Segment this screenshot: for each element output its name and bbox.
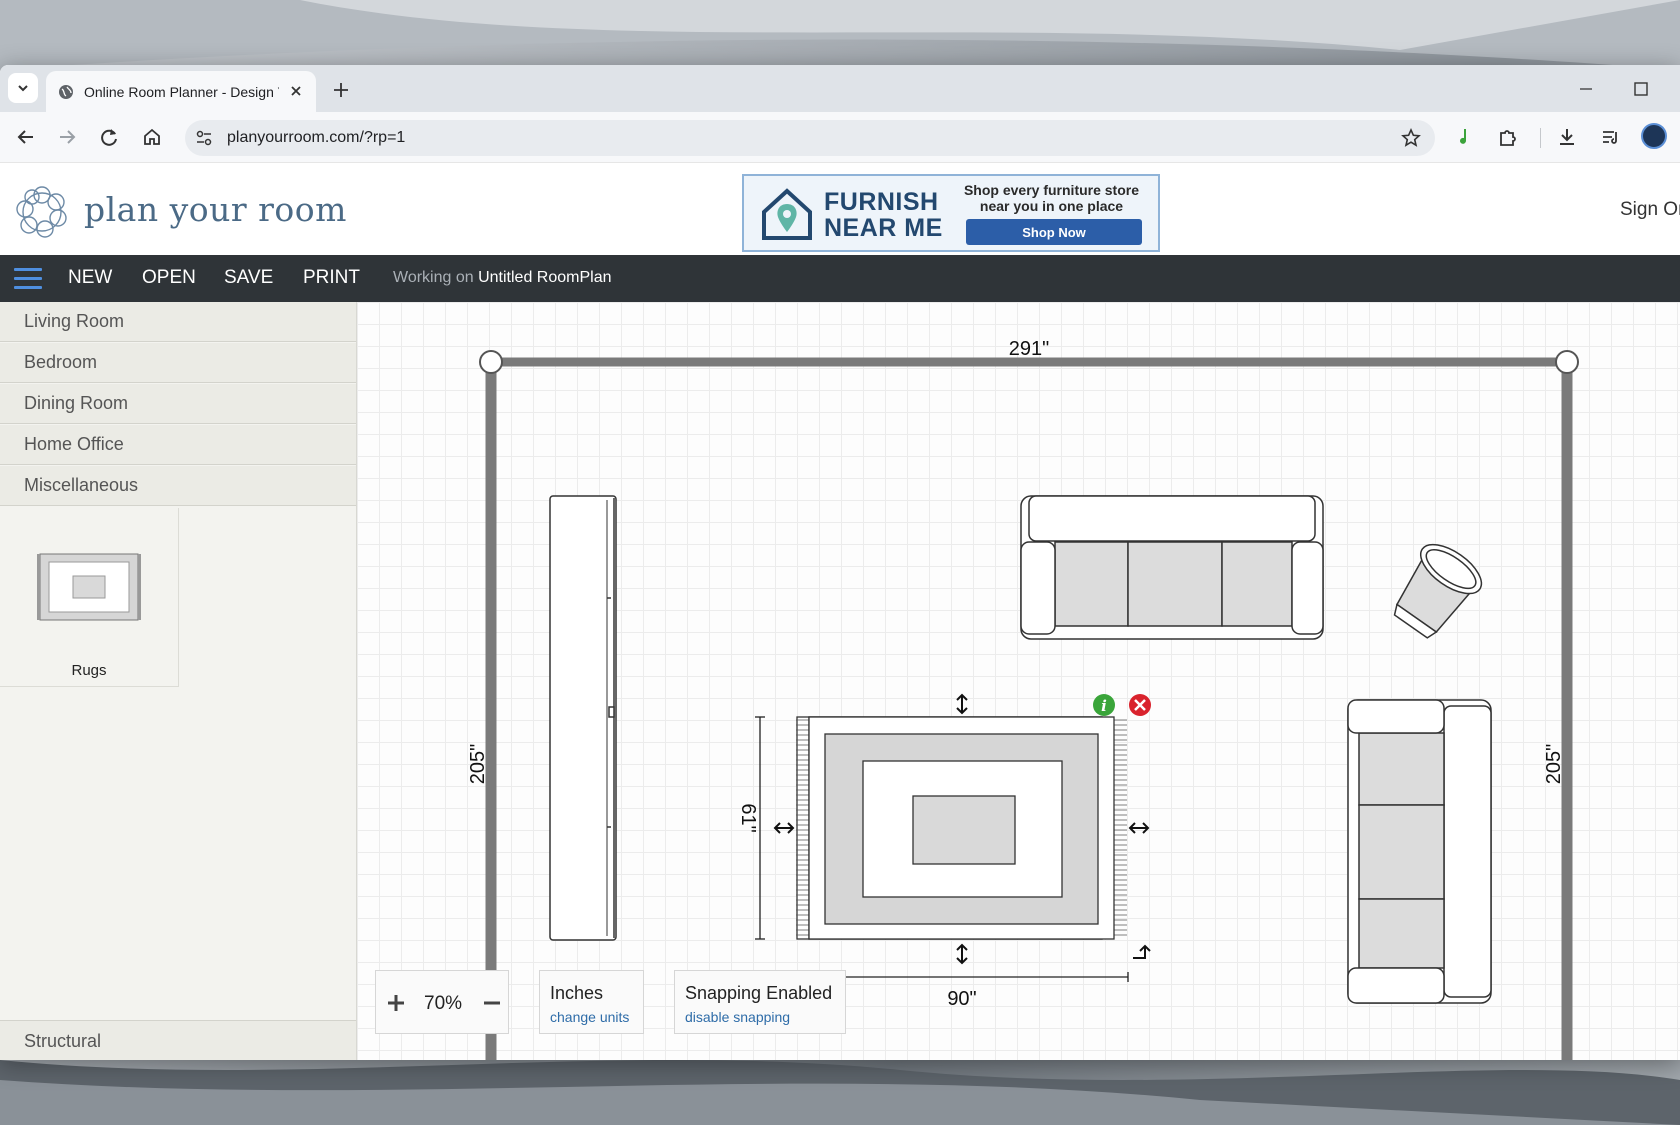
zoom-level: 70% xyxy=(424,993,463,1014)
change-units-link[interactable]: change units xyxy=(550,1009,629,1025)
working-on-status: Working on Untitled RoomPlan xyxy=(393,269,612,287)
rug-info-button[interactable]: i xyxy=(1093,694,1115,716)
maximize-icon[interactable] xyxy=(1630,79,1652,99)
wall-corner-handle-left[interactable] xyxy=(479,350,503,374)
category-bedroom[interactable]: Bedroom xyxy=(0,343,356,383)
chevron-down-icon xyxy=(18,85,28,92)
download-icon[interactable] xyxy=(1556,126,1578,148)
globe-icon xyxy=(59,84,73,99)
print-button[interactable]: PRINT xyxy=(303,267,360,289)
forward-icon[interactable] xyxy=(56,126,78,148)
sofa-right[interactable] xyxy=(1347,699,1492,1004)
sign-on-link[interactable]: Sign On xyxy=(1620,199,1680,221)
room-height-left-label: 205" xyxy=(467,744,489,784)
site-header: plan your room FURNISH NEAR ME Shop ever… xyxy=(0,162,1680,256)
address-bar[interactable]: planyourroom.com/?rp=1 xyxy=(185,120,1435,156)
working-on-label: Working on xyxy=(393,269,474,286)
room-width-label: 291" xyxy=(1009,338,1049,360)
site-logo-text[interactable]: plan your room xyxy=(84,190,347,229)
zoom-in-icon[interactable] xyxy=(384,991,408,1015)
sofa-top[interactable] xyxy=(1020,495,1324,640)
category-miscellaneous[interactable]: Miscellaneous xyxy=(0,466,356,506)
house-pin-icon xyxy=(762,188,812,240)
bookmark-star-icon[interactable] xyxy=(1401,128,1421,148)
reload-icon[interactable] xyxy=(98,126,120,148)
rug-height-label: 61" xyxy=(737,803,759,832)
category-label: Miscellaneous xyxy=(24,475,139,495)
snapping-panel: Snapping Enabled disable snapping xyxy=(674,970,846,1034)
flower-logo-icon[interactable] xyxy=(14,185,70,239)
room-canvas[interactable]: 291" 205" 205" i 61" 90" 70% Inches chan… xyxy=(357,302,1680,1060)
app-menu-bar: NEW OPEN SAVE PRINT Working on Untitled … xyxy=(0,255,1680,302)
category-home-office[interactable]: Home Office xyxy=(0,425,356,465)
room-height-right-label: 205" xyxy=(1543,744,1565,784)
category-label: Dining Room xyxy=(24,393,129,413)
units-value: Inches xyxy=(550,983,604,1003)
open-button[interactable]: OPEN xyxy=(142,267,196,289)
rug-delete-button[interactable] xyxy=(1129,694,1151,716)
armchair[interactable] xyxy=(1382,535,1489,646)
disable-snapping-link[interactable]: disable snapping xyxy=(685,1009,790,1025)
rug-thumbnail-icon xyxy=(37,553,141,621)
rugs-tile-label: Rugs xyxy=(71,662,107,679)
furniture-sidebar: Living Room Bedroom Dining Room Home Off… xyxy=(0,302,357,1060)
extensions-icon[interactable] xyxy=(1497,126,1519,148)
close-tab-icon[interactable] xyxy=(288,83,304,99)
category-dining-room[interactable]: Dining Room xyxy=(0,384,356,424)
profile-avatar[interactable] xyxy=(1641,123,1667,149)
zoom-out-icon[interactable] xyxy=(480,991,504,1015)
tab-strip: Online Room Planner - Design Y xyxy=(0,65,1680,112)
category-label: Living Room xyxy=(24,311,125,331)
ad-shop-now-button[interactable]: Shop Now xyxy=(966,219,1142,245)
site-settings-icon[interactable] xyxy=(195,129,213,147)
save-button[interactable]: SAVE xyxy=(224,267,273,289)
url-text: planyourroom.com/?rp=1 xyxy=(227,129,406,146)
snapping-status: Snapping Enabled xyxy=(685,983,833,1003)
tab-title: Online Room Planner - Design Y xyxy=(84,83,279,100)
category-label: Bedroom xyxy=(24,352,98,372)
new-tab-icon[interactable] xyxy=(330,79,352,101)
category-living-room[interactable]: Living Room xyxy=(0,302,356,342)
floor-plan: 291" 205" 205" i 61" 90" xyxy=(467,338,1579,1060)
browser-toolbar: planyourroom.com/?rp=1 xyxy=(0,112,1680,162)
rugs-tile[interactable]: Rugs xyxy=(0,508,179,687)
media-controls-icon[interactable] xyxy=(1600,126,1622,148)
ad-brand-line1: FURNISH xyxy=(824,188,939,216)
ad-brand-line2: NEAR ME xyxy=(824,214,943,242)
tab-search-button[interactable] xyxy=(8,73,38,103)
zoom-control: 70% xyxy=(375,970,509,1034)
rug-width-label: 90" xyxy=(947,988,976,1010)
category-label: Structural xyxy=(24,1031,102,1051)
units-panel: Inches change units xyxy=(539,970,644,1034)
category-structural[interactable]: Structural xyxy=(0,1020,356,1060)
new-button[interactable]: NEW xyxy=(68,267,112,289)
wall-corner-handle-right[interactable] xyxy=(1555,350,1579,374)
back-icon[interactable] xyxy=(15,126,37,148)
browser-tab[interactable]: Online Room Planner - Design Y xyxy=(46,71,316,112)
advertisement-banner[interactable]: FURNISH NEAR ME Shop every furniture sto… xyxy=(742,174,1160,252)
home-icon[interactable] xyxy=(141,126,163,148)
category-label: Home Office xyxy=(24,434,124,454)
toolbar-separator xyxy=(1540,128,1541,148)
svg-text:i: i xyxy=(1101,697,1107,715)
ad-tagline: Shop every furniture store near you in o… xyxy=(963,182,1140,214)
browser-window: Online Room Planner - Design Y planyourr… xyxy=(0,65,1680,1060)
minimize-icon[interactable] xyxy=(1575,79,1597,99)
hamburger-menu-icon[interactable] xyxy=(14,268,42,290)
music-note-icon[interactable] xyxy=(1453,126,1475,148)
media-cabinet[interactable] xyxy=(549,495,617,941)
plan-name[interactable]: Untitled RoomPlan xyxy=(478,269,611,286)
